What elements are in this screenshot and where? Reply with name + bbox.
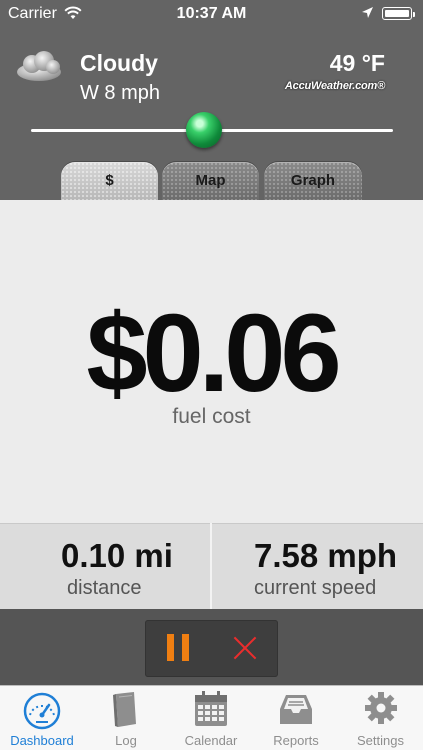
tabbar-item-reports[interactable]: Reports [254,685,338,750]
gear-icon [364,691,398,730]
weather-condition: Cloudy [80,50,158,76]
distance-label: distance [67,577,142,599]
tab-cost[interactable]: $ [61,162,158,200]
tabbar-item-log[interactable]: Log [84,685,168,750]
tabbar-label: Dashboard [10,733,74,748]
weather-provider-logo[interactable]: AccuWeather.com® [285,80,385,92]
trip-controls-box [145,620,278,677]
status-time: 10:37 AM [176,5,247,22]
tabbar-label: Reports [273,733,319,748]
cloud-icon [14,50,64,89]
tab-graph[interactable]: Graph [264,162,362,200]
calendar-icon [194,691,228,732]
location-arrow-icon [361,6,374,24]
tabbar-label: Log [115,733,137,748]
speed-label: current speed [254,577,377,599]
stats-divider [210,523,212,609]
fuel-cost-value: $0.06 [86,292,341,415]
speedometer-icon [22,691,62,736]
battery-icon [382,7,415,20]
tabbar-item-settings[interactable]: Settings [338,685,423,750]
speed-value: 7.58 mph [254,537,398,574]
fuel-cost-label: fuel cost [172,405,251,428]
weather-temperature: 49 °F [329,50,385,76]
weather-wind: W 8 mph [80,82,161,104]
inbox-icon [278,691,314,732]
pause-button[interactable] [167,634,189,661]
book-icon [112,691,140,734]
distance-value: 0.10 mi [61,537,173,574]
tab-map[interactable]: Map [162,162,259,200]
tabbar-item-calendar[interactable]: Calendar [168,685,254,750]
slider-knob[interactable] [186,112,222,148]
status-bar: Carrier 10:37 AM [0,0,423,28]
stop-button[interactable] [233,636,257,660]
tabbar-label: Calendar [184,733,238,748]
tabbar-label: Settings [357,733,404,748]
tabbar-item-dashboard[interactable]: Dashboard [0,685,84,750]
